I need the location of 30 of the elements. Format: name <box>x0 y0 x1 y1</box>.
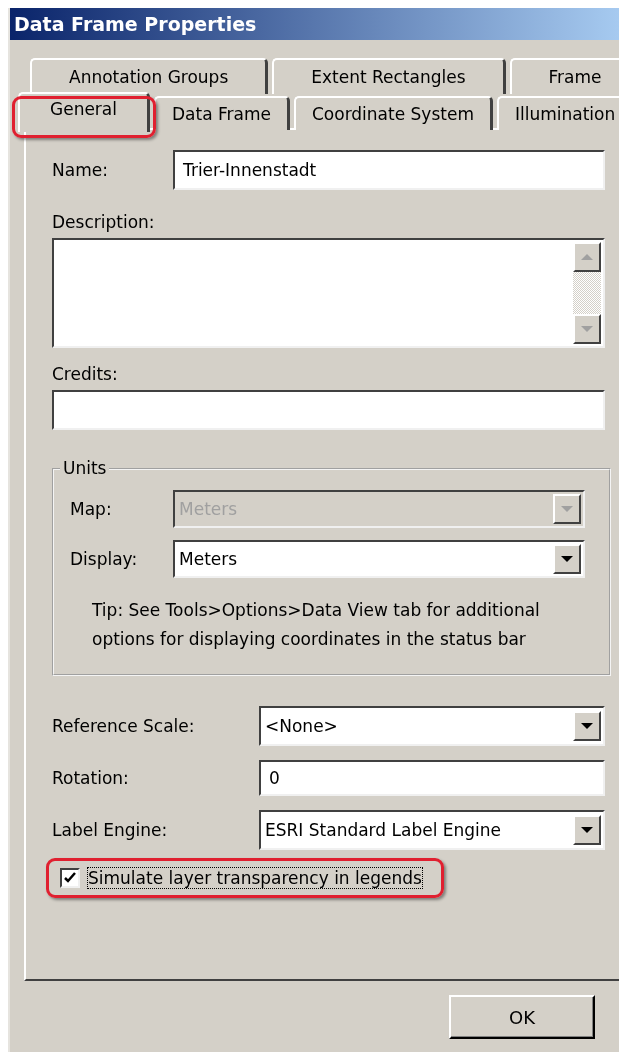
text-area[interactable] <box>52 238 605 348</box>
tip-text: Tip: See Tools>Options>Data View tab for additional options for displaying coordinates in the status bar <box>92 599 541 651</box>
field-label: Description: <box>52 212 156 232</box>
dropdown[interactable]: <None> <box>259 706 605 746</box>
text-field[interactable] <box>52 390 605 430</box>
scroll-down-button[interactable] <box>573 314 601 344</box>
field-label: Reference Scale: <box>52 716 195 736</box>
scroll-up-button[interactable] <box>573 242 601 272</box>
tab[interactable]: General <box>18 92 150 132</box>
field-label: Credits: <box>52 364 119 384</box>
ok-button[interactable]: OK <box>449 995 595 1039</box>
tab[interactable]: Illumination <box>496 96 619 130</box>
checkbox-label[interactable]: Simulate layer transparency in legends <box>88 868 422 888</box>
field-label: Rotation: <box>52 768 129 788</box>
dropdown[interactable]: ESRI Standard Label Engine <box>259 810 605 850</box>
field-label: Display: <box>70 549 138 569</box>
checkmark-icon <box>63 871 77 885</box>
field-label: Map: <box>70 499 112 519</box>
text-field[interactable]: 0 <box>259 760 605 796</box>
checkbox[interactable] <box>60 868 80 888</box>
text-field[interactable]: Trier-Innenstadt <box>173 150 605 190</box>
tab[interactable]: Frame <box>509 58 619 94</box>
window-title: Data Frame Properties <box>10 8 619 40</box>
field-label: Name: <box>52 160 108 180</box>
tab[interactable]: Annotation Groups <box>30 58 269 94</box>
tab[interactable]: Data Frame <box>154 96 290 130</box>
tab[interactable]: Coordinate System <box>293 96 493 130</box>
tab[interactable]: Extent Rectangles <box>272 58 506 94</box>
dropdown[interactable]: Meters <box>173 540 585 578</box>
field-label: Label Engine: <box>52 820 168 840</box>
